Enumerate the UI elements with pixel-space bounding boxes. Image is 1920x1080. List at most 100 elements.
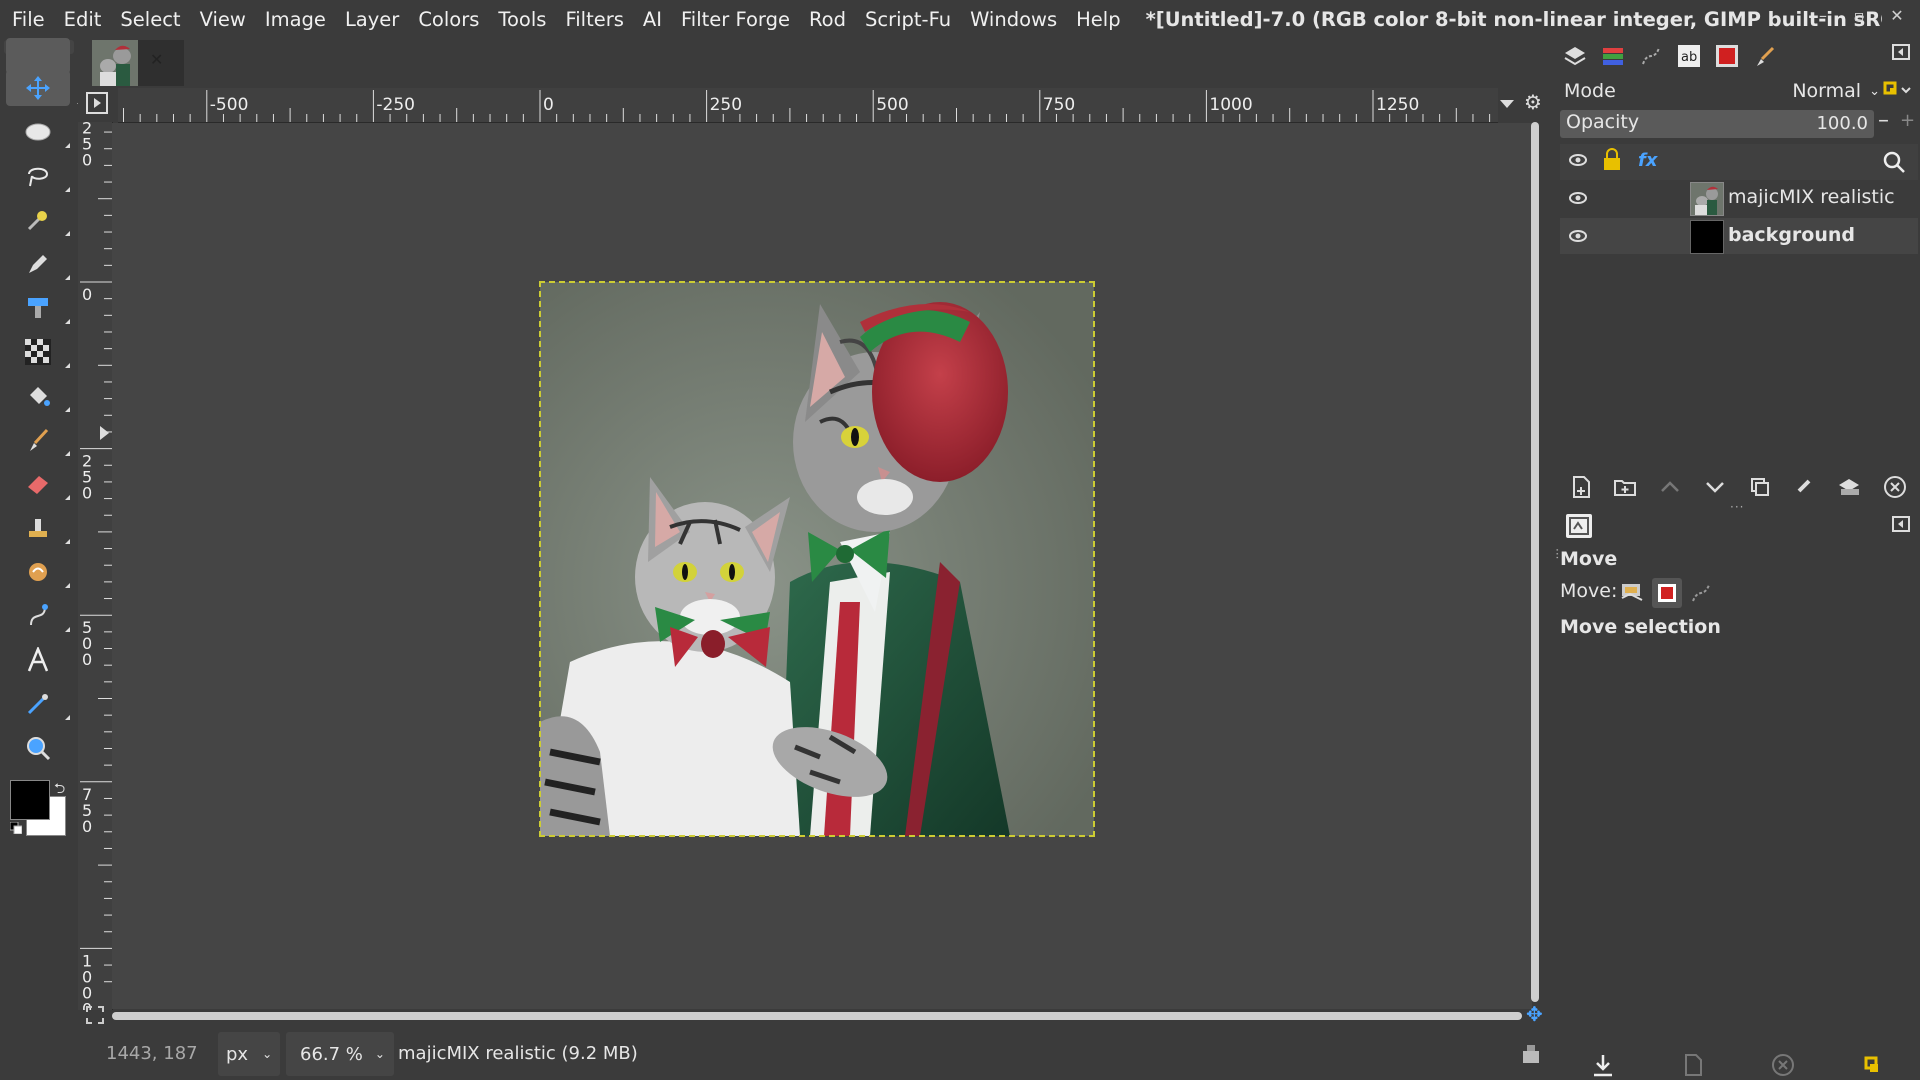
delete-tool-preset-button[interactable] [1768, 1050, 1798, 1080]
image-canvas[interactable] [539, 281, 1095, 837]
move-tool-button[interactable] [6, 70, 82, 106]
menu-image[interactable]: Image [253, 8, 333, 31]
visibility-eye-icon[interactable] [1568, 226, 1588, 246]
menu-filters[interactable]: Filters [553, 8, 630, 31]
tool-options-tab-icon[interactable] [1566, 514, 1592, 538]
search-icon[interactable] [1882, 150, 1906, 174]
menu-view[interactable]: View [188, 8, 253, 31]
foreground-color-swatch[interactable] [10, 780, 50, 820]
unit-select[interactable]: px ⌄ [218, 1032, 280, 1076]
menu-script-fu[interactable]: Script-Fu [853, 8, 958, 31]
paths-tool-button[interactable] [18, 246, 70, 282]
eye-header-icon[interactable] [1568, 150, 1588, 170]
zoom-tool-button[interactable] [18, 730, 58, 766]
new-layer-button[interactable] [1566, 472, 1596, 502]
dock-menu-icon[interactable] [1892, 516, 1910, 532]
bucket-fill-tool-button[interactable] [18, 378, 70, 414]
move-layer-option[interactable] [1618, 578, 1646, 606]
crop-tool-button[interactable] [18, 290, 70, 326]
brushes-tab-icon[interactable] [1750, 41, 1780, 71]
clone-tool-button[interactable] [18, 510, 70, 546]
navigate-image-icon[interactable]: ✥ [1526, 1004, 1544, 1024]
layer-move-icon [1621, 584, 1643, 601]
text-tool-button[interactable] [18, 642, 58, 678]
zoom-select[interactable]: 66.7 % ⌄ [286, 1032, 394, 1076]
image-tab[interactable]: ✕ [92, 40, 184, 86]
lower-layer-button[interactable] [1700, 472, 1730, 502]
patterns-tab-icon[interactable] [1712, 41, 1742, 71]
menu-layer[interactable]: Layer [333, 8, 406, 31]
layers-tab-icon[interactable] [1560, 41, 1590, 71]
tool-group-indicator [65, 407, 70, 412]
menu-colors[interactable]: Colors [406, 8, 486, 31]
save-tool-preset-button[interactable] [1588, 1050, 1618, 1080]
move-path-option[interactable] [1690, 582, 1712, 604]
opacity-decrease-button[interactable]: – [1878, 108, 1889, 133]
close-window-button[interactable]: ✕ [1882, 6, 1912, 32]
zoom-fit-icon[interactable] [86, 1006, 104, 1024]
warp-tool-button[interactable] [18, 334, 70, 370]
menubar: File Edit Select View Image Layer Colors… [0, 0, 1920, 38]
vertical-scrollbar[interactable] [1531, 122, 1539, 1002]
menu-windows[interactable]: Windows [958, 8, 1064, 31]
fuzzy-select-tool-button[interactable] [18, 202, 70, 238]
horizontal-scrollbar[interactable] [112, 1012, 1522, 1020]
restore-icon [1685, 1054, 1702, 1076]
fonts-tab-icon[interactable]: ab [1674, 41, 1704, 71]
minimize-button[interactable]: – [1808, 6, 1838, 32]
menu-select[interactable]: Select [108, 8, 187, 31]
lock-icon[interactable] [1600, 148, 1624, 172]
channels-tab-icon[interactable] [1598, 41, 1628, 71]
raise-layer-button[interactable] [1655, 472, 1685, 502]
paths-tab-icon[interactable] [1636, 41, 1666, 71]
smudge-tool-button[interactable] [18, 554, 70, 590]
chevron-down-icon: ⌄ [1869, 83, 1880, 99]
ellipse-select-tool-button[interactable] [18, 114, 70, 150]
layer-mask-button[interactable] [1835, 472, 1865, 502]
visibility-eye-icon[interactable] [1568, 188, 1588, 208]
pane-resize-handle[interactable]: ··· [1730, 500, 1744, 514]
move-icon [26, 76, 50, 100]
close-tab-icon[interactable]: ✕ [150, 50, 163, 69]
maximize-button[interactable]: ▫ [1844, 6, 1874, 32]
swap-colors-icon[interactable]: ⮌ [54, 778, 65, 802]
pointer-info-icon[interactable] [1520, 1043, 1542, 1065]
quick-mask-toggle-icon[interactable] [86, 92, 108, 114]
move-tool[interactable] [6, 38, 70, 74]
delete-layer-button[interactable] [1880, 472, 1910, 502]
horizontal-ruler[interactable]: -500 -250 0 250 500 750 1000 1250 [118, 88, 1498, 123]
eraser-tool-button[interactable] [18, 466, 70, 502]
tool-group-indicator [65, 495, 70, 500]
menu-rod[interactable]: Rod [797, 8, 853, 31]
opacity-increase-button[interactable]: + [1900, 110, 1915, 131]
bucket-icon [30, 387, 50, 406]
path-tool-button[interactable] [18, 598, 70, 634]
move-selection-option[interactable] [1652, 578, 1682, 608]
pen-nib-icon [29, 255, 47, 273]
menu-file[interactable]: File [0, 8, 52, 31]
menu-help[interactable]: Help [1064, 8, 1127, 31]
mode-select[interactable]: Normal ⌄ [1780, 74, 1880, 108]
reset-tool-options-button[interactable] [1858, 1050, 1888, 1080]
restore-tool-preset-button[interactable] [1678, 1050, 1708, 1080]
menu-ai[interactable]: AI [631, 8, 669, 31]
duplicate-layer-button[interactable] [1745, 472, 1775, 502]
default-colors-icon[interactable] [10, 822, 22, 834]
menu-tools[interactable]: Tools [486, 8, 553, 31]
new-layer-group-button[interactable] [1610, 472, 1640, 502]
lasso-tool-button[interactable] [18, 158, 70, 194]
menu-filter-forge[interactable]: Filter Forge [669, 8, 797, 31]
anchor-layer-button[interactable] [1790, 472, 1820, 502]
menu-edit[interactable]: Edit [52, 8, 109, 31]
layer-row[interactable]: majicMIX realistic [1560, 180, 1918, 216]
ruler-menu-chevron-icon[interactable] [1500, 100, 1514, 108]
dock-menu-icon[interactable] [1892, 44, 1910, 60]
vertical-ruler[interactable]: 250 0 250 500 750 1000 [78, 122, 113, 1010]
effects-fx-icon[interactable]: fx [1638, 150, 1657, 171]
composite-mode-button[interactable] [1882, 78, 1912, 102]
ruler-label: 250 [82, 452, 92, 503]
paintbrush-tool-button[interactable] [18, 422, 70, 458]
color-picker-tool-button[interactable] [18, 686, 70, 722]
layer-row-selected[interactable]: background [1560, 218, 1918, 254]
navigate-icon[interactable]: ⚙ [1524, 90, 1548, 114]
